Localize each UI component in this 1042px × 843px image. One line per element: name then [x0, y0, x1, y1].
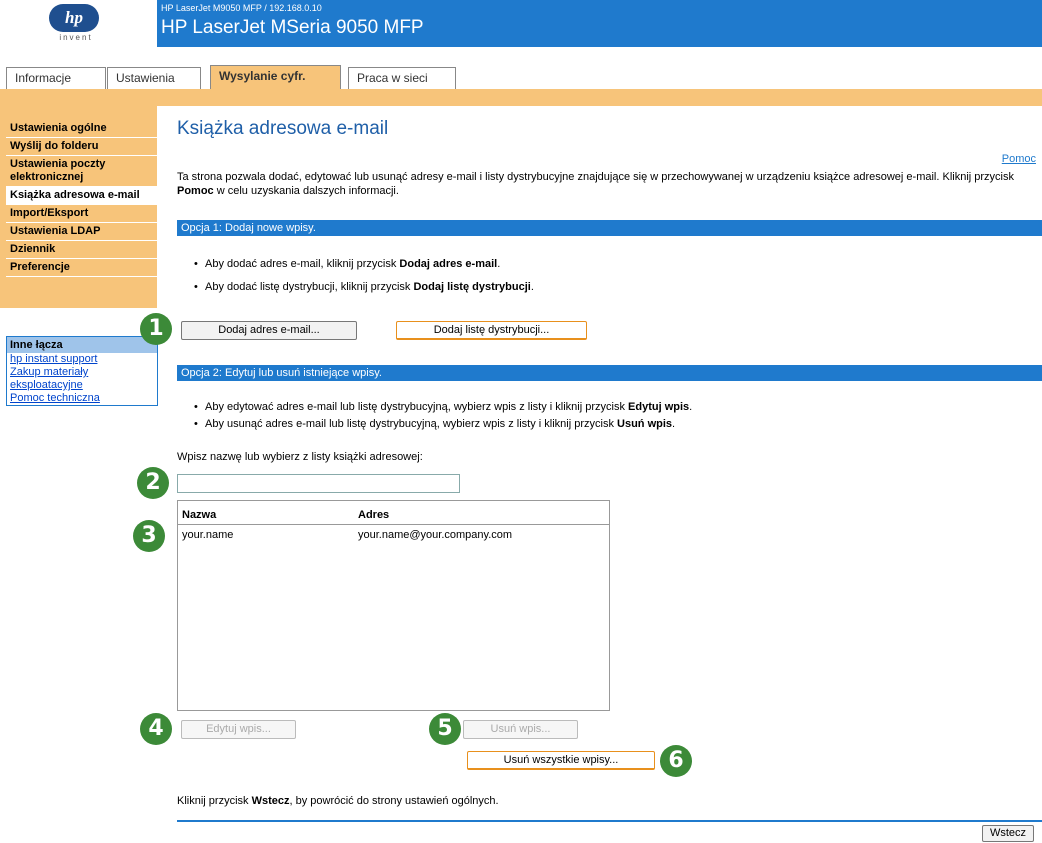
- sidebar-item-wyslij-do-folderu[interactable]: Wyślij do folderu: [6, 138, 157, 156]
- footer-divider: [177, 820, 1042, 822]
- sidebar-item-preferencje[interactable]: Preferencje: [6, 259, 157, 277]
- sidebar-item-import-eksport[interactable]: Import/Eksport: [6, 205, 157, 223]
- device-address: HP LaserJet M9050 MFP / 192.168.0.10: [161, 3, 322, 13]
- add-email-button[interactable]: Dodaj adres e-mail...: [181, 321, 357, 340]
- column-header-name: Nazwa: [182, 509, 217, 521]
- table-row-name[interactable]: your.name: [182, 529, 233, 541]
- sidebar-item-ustawienia-ogolne[interactable]: Ustawienia ogólne: [6, 120, 157, 138]
- callout-4: 4: [140, 713, 172, 745]
- link-hp-instant-support[interactable]: hp instant support: [7, 353, 157, 366]
- option2-bullet-2: Aby usunąć adres e-mail lub listę dystry…: [194, 418, 675, 430]
- sidebar-item-ustawienia-poczty[interactable]: Ustawienia poczty elektronicznej: [6, 156, 157, 187]
- column-header-address: Adres: [358, 509, 390, 521]
- option1-bullet-2: Aby dodać listę dystrybucji, kliknij prz…: [194, 281, 534, 293]
- callout-1: 1: [140, 313, 172, 345]
- back-button[interactable]: Wstecz: [982, 825, 1034, 842]
- intro-text: Ta strona pozwala dodać, edytować lub us…: [177, 171, 1014, 197]
- sidebar-item-ustawienia-ldap[interactable]: Ustawienia LDAP: [6, 223, 157, 241]
- option1-bullet-1: Aby dodać adres e-mail, kliknij przycisk…: [194, 258, 500, 270]
- address-book-list[interactable]: Nazwa Adres your.name your.name@your.com…: [177, 500, 610, 711]
- back-instructions: Kliknij przycisk Wstecz, by powrócić do …: [177, 795, 499, 807]
- link-zakup-materialy[interactable]: Zakup materiały eksploatacyjne: [7, 366, 157, 392]
- hp-logo-icon: hp: [49, 4, 99, 32]
- search-input[interactable]: [177, 474, 460, 493]
- page-title: Książka adresowa e-mail: [177, 118, 389, 139]
- other-links-panel: Inne łącza hp instant support Zakup mate…: [6, 336, 158, 406]
- logo-tagline: invent: [59, 33, 93, 42]
- header-divider: [178, 524, 609, 525]
- callout-6: 6: [660, 745, 692, 777]
- delete-all-entries-button[interactable]: Usuń wszystkie wpisy...: [467, 751, 655, 770]
- tab-praca-w-sieci[interactable]: Praca w sieci: [348, 67, 456, 89]
- help-link[interactable]: Pomoc: [1002, 153, 1036, 165]
- option2-bullet-1: Aby edytować adres e-mail lub listę dyst…: [194, 401, 692, 413]
- link-pomoc-techniczna[interactable]: Pomoc techniczna: [7, 392, 157, 405]
- search-label: Wpisz nazwę lub wybierz z listy książki …: [177, 451, 423, 463]
- option1-header: Opcja 1: Dodaj nowe wpisy.: [177, 220, 1042, 236]
- add-distribution-list-button[interactable]: Dodaj listę dystrybucji...: [396, 321, 587, 340]
- option2-header: Opcja 2: Edytuj lub usuń istniejące wpis…: [177, 365, 1042, 381]
- tab-informacje[interactable]: Informacje: [6, 67, 106, 89]
- sidebar-item-dziennik[interactable]: Dziennik: [6, 241, 157, 259]
- edit-entry-button[interactable]: Edytuj wpis...: [181, 720, 296, 739]
- sidebar-nav: Ustawienia ogólne Wyślij do folderu Usta…: [6, 120, 157, 277]
- tab-wysylanie-cyfr[interactable]: Wysylanie cyfr.: [210, 65, 341, 89]
- orange-band: [0, 89, 1042, 106]
- table-row-address[interactable]: your.name@your.company.com: [358, 529, 512, 541]
- logo: hp invent: [0, 0, 157, 47]
- sidebar-item-ksiazka-adresowa[interactable]: Książka adresowa e-mail: [6, 187, 157, 205]
- header-bar: HP LaserJet M9050 MFP / 192.168.0.10 HP …: [157, 0, 1042, 47]
- other-links-title: Inne łącza: [7, 337, 157, 353]
- callout-2: 2: [137, 467, 169, 499]
- tab-ustawienia[interactable]: Ustawienia: [107, 67, 201, 89]
- delete-entry-button[interactable]: Usuń wpis...: [463, 720, 578, 739]
- callout-3: 3: [133, 520, 165, 552]
- callout-5: 5: [429, 713, 461, 745]
- device-name: HP LaserJet MSeria 9050 MFP: [161, 17, 424, 38]
